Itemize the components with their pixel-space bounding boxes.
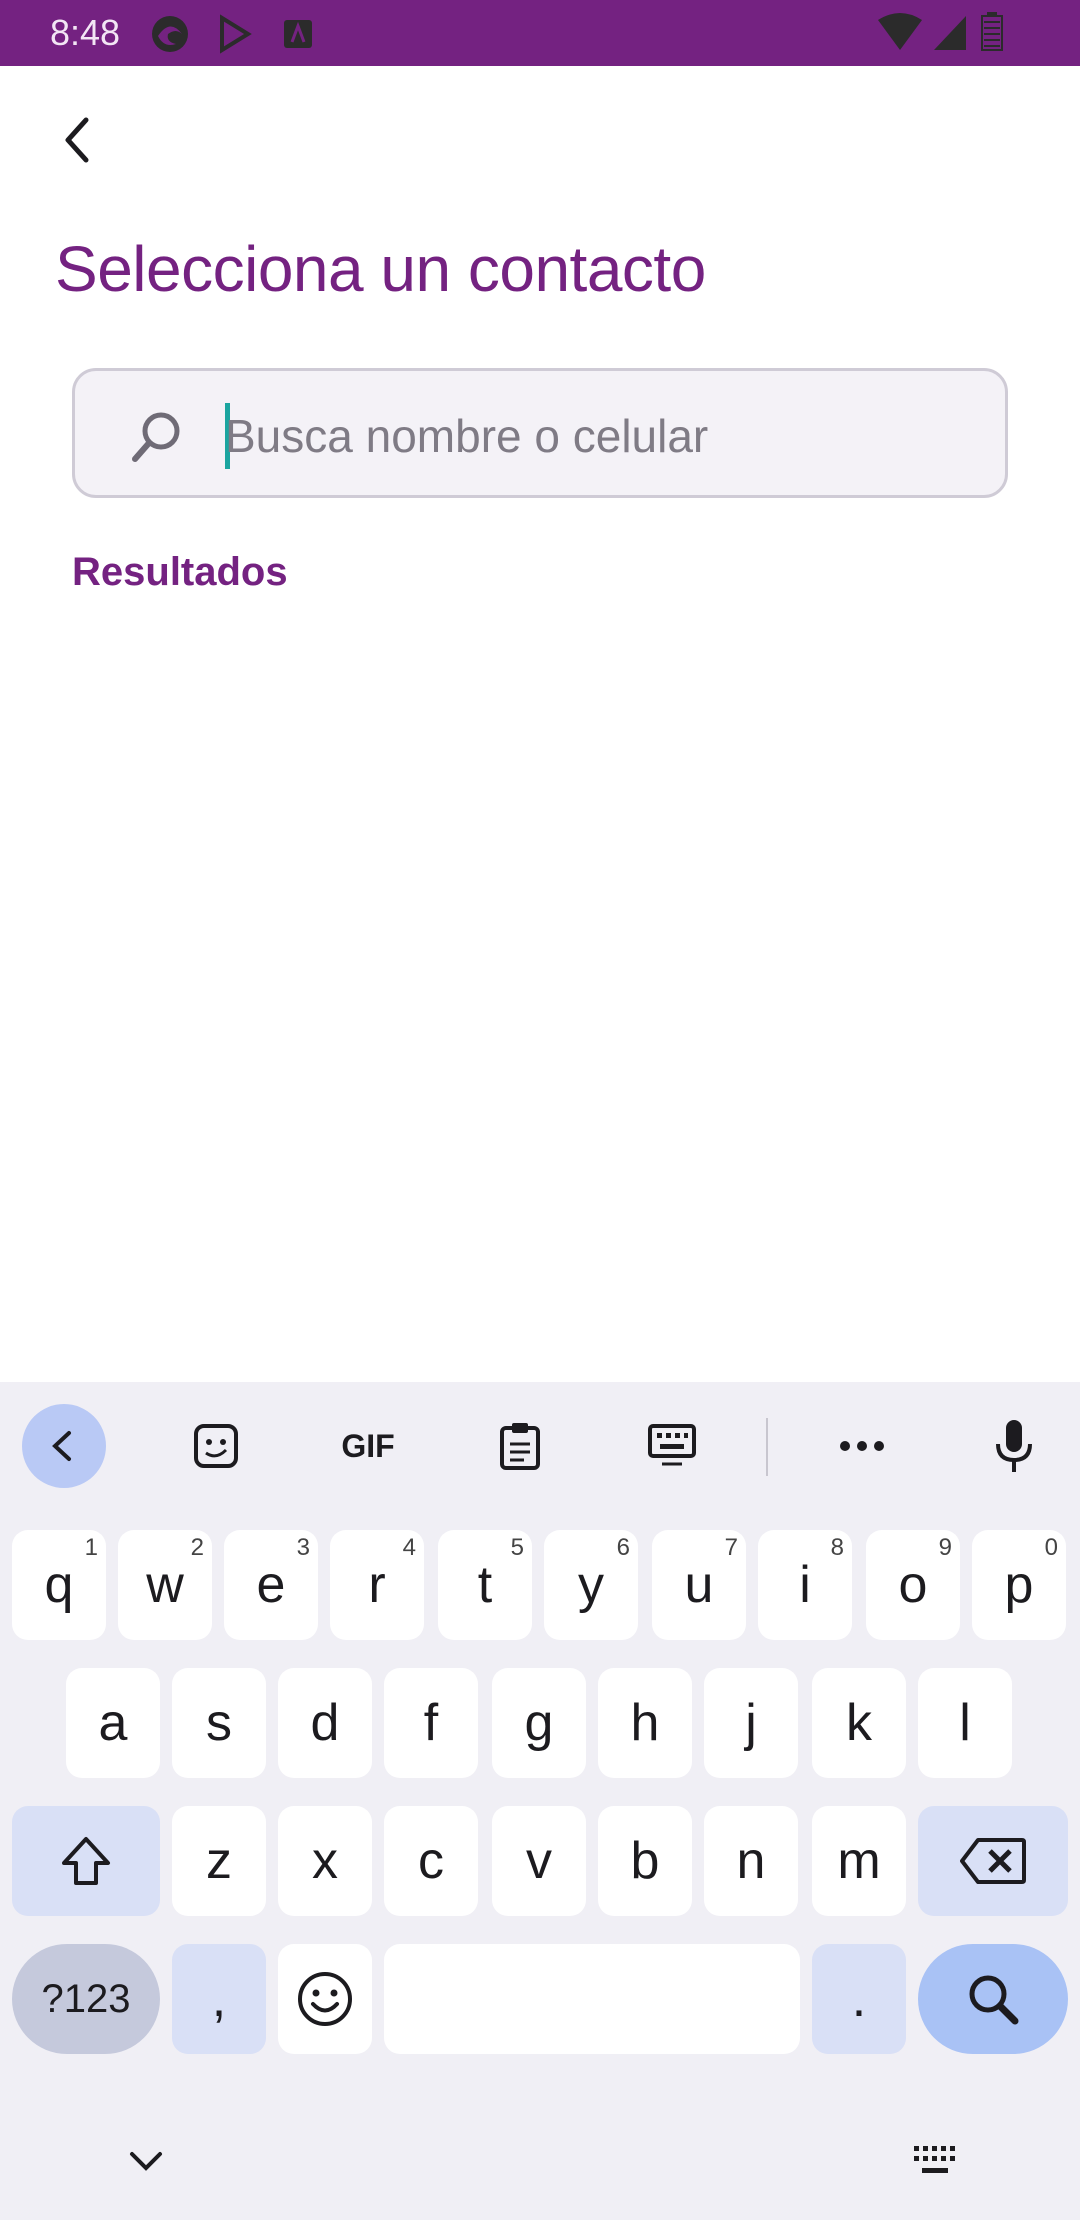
key-label: r xyxy=(368,1556,386,1614)
gif-icon: GIF xyxy=(341,1427,395,1464)
key-hint: 6 xyxy=(616,1534,630,1561)
key-e[interactable]: e3 xyxy=(224,1530,318,1640)
battery-icon xyxy=(981,12,1003,51)
key-j[interactable]: j xyxy=(704,1668,798,1778)
toolbar-divider xyxy=(766,1418,768,1476)
toolbar-back-button[interactable] xyxy=(22,1404,106,1488)
key-label: t xyxy=(477,1556,493,1614)
key-label: o xyxy=(898,1556,928,1614)
chevron-down-icon[interactable] xyxy=(126,2142,166,2182)
key-p[interactable]: p0 xyxy=(972,1530,1066,1640)
keyboard-icon xyxy=(648,1424,696,1466)
search-icon xyxy=(969,1975,1019,2025)
emoji-key[interactable] xyxy=(278,1944,372,2054)
key-hint: 0 xyxy=(1044,1534,1058,1561)
key-x[interactable]: x xyxy=(278,1806,372,1916)
search-icon xyxy=(132,412,180,462)
sticker-icon xyxy=(194,1424,238,1468)
key-v[interactable]: v xyxy=(492,1806,586,1916)
mic-icon xyxy=(996,1420,1032,1472)
key-label: i xyxy=(799,1556,811,1614)
key-hint: 9 xyxy=(938,1534,952,1561)
key-hint: 7 xyxy=(724,1534,738,1561)
page-title: Selecciona un contacto xyxy=(55,233,706,305)
keyboard-switch-icon[interactable] xyxy=(910,2142,960,2182)
key-hint: 3 xyxy=(296,1534,310,1561)
key-t[interactable]: t5 xyxy=(438,1530,532,1640)
key-y[interactable]: y6 xyxy=(544,1530,638,1640)
results-list xyxy=(72,620,1008,1360)
comma-key[interactable]: , xyxy=(172,1944,266,2054)
key-z[interactable]: z xyxy=(172,1806,266,1916)
search-action-key[interactable] xyxy=(918,1944,1068,2054)
key-r[interactable]: r4 xyxy=(330,1530,424,1640)
key-label: q xyxy=(44,1556,74,1614)
key-o[interactable]: o9 xyxy=(866,1530,960,1640)
shift-key[interactable] xyxy=(12,1806,160,1916)
keyboard-toolbar: GIF xyxy=(0,1382,1080,1512)
key-n[interactable]: n xyxy=(704,1806,798,1916)
search-box[interactable] xyxy=(72,368,1008,498)
sticker-button[interactable] xyxy=(174,1404,258,1488)
back-arrow-icon xyxy=(52,1431,71,1461)
period-key[interactable]: . xyxy=(812,1944,906,2054)
key-g[interactable]: g xyxy=(492,1668,586,1778)
backspace-key[interactable] xyxy=(918,1806,1068,1916)
play-store-icon xyxy=(220,14,252,54)
key-f[interactable]: f xyxy=(384,1668,478,1778)
gif-button[interactable]: GIF xyxy=(326,1404,410,1488)
app-icon xyxy=(284,20,312,48)
keyboard-bottom-bar xyxy=(0,2122,1080,2220)
key-a[interactable]: a xyxy=(66,1668,160,1778)
voice-input-button[interactable] xyxy=(972,1404,1056,1488)
key-s[interactable]: s xyxy=(172,1668,266,1778)
status-time: 8:48 xyxy=(50,12,121,53)
backspace-icon xyxy=(960,1838,1026,1884)
key-b[interactable]: b xyxy=(598,1806,692,1916)
results-heading: Resultados xyxy=(72,550,288,594)
wifi-icon xyxy=(878,13,922,50)
search-input[interactable] xyxy=(225,391,965,481)
chevron-left-icon xyxy=(65,117,89,163)
key-l[interactable]: l xyxy=(918,1668,1012,1778)
soft-keyboard: GIF q1 w2 e3 r4 t5 y6 u7 i8 o9 p0 a s d … xyxy=(0,1382,1080,2220)
key-hint: 8 xyxy=(830,1534,844,1561)
key-c[interactable]: c xyxy=(384,1806,478,1916)
back-button[interactable] xyxy=(50,112,106,168)
key-w[interactable]: w2 xyxy=(118,1530,212,1640)
signal-icon xyxy=(934,16,966,50)
key-q[interactable]: q1 xyxy=(12,1530,106,1640)
key-label: u xyxy=(684,1556,714,1614)
more-options-button[interactable] xyxy=(820,1404,904,1488)
symbols-key[interactable]: ?123 xyxy=(12,1944,160,2054)
key-d[interactable]: d xyxy=(278,1668,372,1778)
key-label: e xyxy=(256,1556,286,1614)
key-label: w xyxy=(146,1556,184,1614)
key-hint: 4 xyxy=(402,1534,416,1561)
key-h[interactable]: h xyxy=(598,1668,692,1778)
key-label: y xyxy=(578,1556,604,1614)
key-hint: 2 xyxy=(190,1534,204,1561)
key-hint: 1 xyxy=(84,1534,98,1561)
key-hint: 5 xyxy=(510,1534,524,1561)
key-u[interactable]: u7 xyxy=(652,1530,746,1640)
key-m[interactable]: m xyxy=(812,1806,906,1916)
space-key[interactable] xyxy=(384,1944,800,2054)
status-bar: 8:48 xyxy=(0,0,1080,66)
key-i[interactable]: i8 xyxy=(758,1530,852,1640)
edge-icon xyxy=(152,16,188,52)
more-icon xyxy=(840,1441,884,1451)
keyboard-mode-button[interactable] xyxy=(630,1404,714,1488)
emoji-icon xyxy=(298,1972,352,2026)
key-k[interactable]: k xyxy=(812,1668,906,1778)
key-label: p xyxy=(1004,1556,1034,1614)
shift-icon xyxy=(62,1837,110,1885)
clipboard-button[interactable] xyxy=(478,1404,562,1488)
clipboard-icon xyxy=(500,1423,540,1470)
